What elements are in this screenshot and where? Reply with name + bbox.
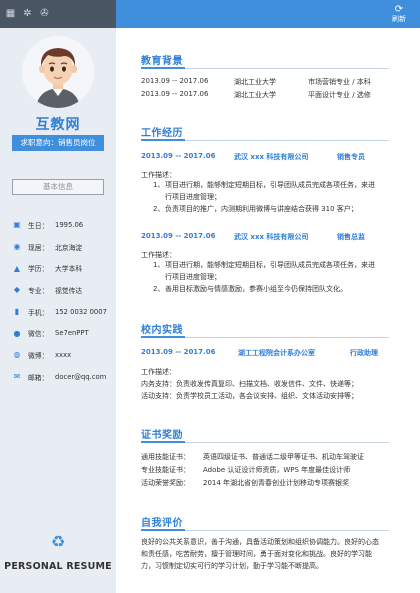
cert-value: 2014 年湖北省创青春创业计划移动专项赛银奖	[203, 479, 350, 487]
campus-desc-line: 内务支持：负责收发传真复印、扫描文档、收发信件、文件、快递等；	[141, 380, 358, 388]
job-desc-label: 工作描述：	[141, 171, 176, 179]
campus-desc-label: 工作描述：	[141, 368, 176, 376]
section-accent	[141, 441, 185, 443]
section-accent	[141, 336, 185, 338]
edu-major: 市场营销专业 / 本科	[308, 78, 371, 86]
info-row-major: ◆ 专业： 视觉传达	[13, 285, 83, 295]
self-eval-text: 良好的公共关系意识，善于沟通，具备活动策划和组织协调能力。良好的心态和责任感，吃…	[141, 538, 379, 570]
job-intent-badge: 求职意向：销售员岗位	[12, 135, 104, 151]
job-desc-item: 1、 项目进行期，能够制定短期目标，引导团队成员完成各项任务，来进行项目进度管理；	[153, 181, 375, 201]
mail-icon: ✉	[13, 372, 21, 382]
campus-role: 行政助理	[350, 349, 378, 357]
avatar	[22, 36, 94, 108]
personal-resume-label: PERSONAL RESUME	[4, 561, 112, 572]
section-title-work: 工作经历	[141, 128, 183, 139]
info-row-email: ✉ 邮箱： docer@qq.com	[13, 372, 107, 382]
cake-icon: ▣	[13, 220, 21, 230]
refresh-button[interactable]: ⟳ 刷新	[388, 4, 410, 24]
doc-icon[interactable]: ▦	[4, 7, 17, 20]
cert-value: Adobe 认证设计师资质，WPS 年度最佳设计师	[203, 466, 351, 474]
info-value: docer@qq.com	[55, 372, 107, 381]
recycle-icon: ♻	[50, 532, 66, 551]
sidebar: 互教网 求职意向：销售员岗位 基本信息 ▣ 生日： 1995.06 ◉ 现居： …	[0, 28, 116, 593]
job-company: 武汉 xxx 科技有限公司	[234, 233, 309, 241]
graduation-icon: ▲	[13, 263, 21, 273]
campus-period: 2013.09 -- 2017.06	[141, 348, 216, 356]
job-desc-label: 工作描述：	[141, 251, 176, 259]
section-accent	[141, 139, 185, 141]
info-row-education: ▲ 学历： 大学本科	[13, 263, 83, 274]
job-role: 销售总监	[337, 233, 365, 241]
edu-period: 2013.09 -- 2017.06	[141, 77, 209, 85]
job-period: 2013.09 -- 2017.06	[141, 232, 216, 240]
info-value: 1995.06	[55, 220, 84, 229]
job-role: 销售专员	[337, 153, 365, 161]
basic-info-list: ▣ 生日： 1995.06 ◉ 现居： 北京海淀 ▲ 学历： 大学本科 ◆ 专业…	[12, 214, 112, 388]
job-desc-item: 2、 善用目标激励与情感激励，参赛小组至今仍保持团队文化。	[153, 284, 347, 293]
info-value: xxxx	[55, 350, 72, 359]
info-value: 北京海淀	[55, 243, 83, 252]
weibo-icon: ◍	[13, 350, 21, 360]
refresh-icon: ⟳	[394, 4, 404, 15]
info-row-wechat: ● 微信： Se7enPPT	[13, 328, 89, 339]
left-toolbar: ▦ ✲ ✇	[0, 0, 116, 28]
job-period: 2013.09 -- 2017.06	[141, 152, 216, 160]
info-row-birthday: ▣ 生日： 1995.06	[13, 220, 84, 230]
section-title-self-eval: 自我评价	[141, 518, 183, 529]
campus-org: 湖工工程院会计系办公室	[238, 349, 315, 357]
profile-name: 互教网	[35, 117, 81, 133]
info-value: 视觉传达	[55, 286, 83, 295]
info-value: Se7enPPT	[55, 329, 89, 338]
phone-icon: ▮	[14, 307, 20, 317]
job-desc-list: 1、 项目进行期，能够制定短期目标，引导团队成员完成各项任务，来进行项目进度管理；…	[141, 260, 381, 295]
edu-school: 湖北工业大学	[234, 91, 276, 99]
right-toolbar: ⟳ 刷新	[116, 0, 420, 28]
info-row-residence: ◉ 现居： 北京海淀	[13, 242, 83, 252]
edu-period: 2013.09 -- 2017.06	[141, 90, 209, 98]
book-icon: ◆	[13, 285, 21, 295]
info-row-phone: ▮ 手机： 152 0032 0007	[12, 301, 112, 323]
section-accent	[141, 67, 185, 69]
section-title-campus: 校内实践	[141, 325, 183, 336]
basic-info-title: 基本信息	[12, 179, 104, 195]
wechat-icon: ●	[13, 328, 21, 338]
gear-icon[interactable]: ✲	[21, 7, 34, 20]
section-accent	[141, 529, 185, 531]
cert-value: 英语四级证书、普通话二级甲等证书、机动车驾驶证	[203, 453, 364, 461]
job-desc-item: 2、 负责项目的推广，内测期利用微博与讲座结合获得 310 客户；	[153, 204, 358, 213]
info-value: 大学本科	[55, 265, 83, 274]
edu-school: 湖北工业大学	[234, 78, 276, 86]
info-value: 152 0032 0007	[55, 307, 107, 316]
location-icon: ◉	[13, 242, 21, 252]
share-icon[interactable]: ✇	[38, 7, 51, 20]
campus-desc-line: 活动支持：负责学校员工活动，各会议安排、组织、文体活动安排等；	[141, 392, 358, 400]
refresh-label: 刷新	[392, 15, 406, 23]
cert-key: 专业技能证书：	[141, 466, 190, 474]
job-desc-list: 1、 项目进行期，能够制定短期目标，引导团队成员完成各项任务，来进行项目进度管理；…	[141, 180, 381, 215]
job-company: 武汉 xxx 科技有限公司	[234, 153, 309, 161]
cert-key: 通用技能证书：	[141, 453, 190, 461]
cert-key: 活动荣誉奖励：	[141, 479, 190, 487]
edu-major: 平面设计专业 / 选修	[308, 91, 371, 99]
info-row-weibo: ◍ 微博： xxxx	[13, 350, 72, 360]
section-title-education: 教育背景	[141, 56, 183, 67]
job-desc-item: 1、 项目进行期，能够制定短期目标，引导团队成员完成各项任务，来进行项目进度管理；	[153, 261, 375, 281]
section-title-certs: 证书奖励	[141, 430, 183, 441]
